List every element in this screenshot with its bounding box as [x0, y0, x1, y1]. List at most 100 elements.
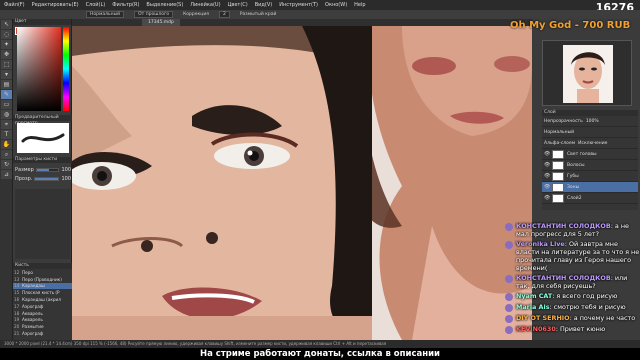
- stream-caption: На стриме работают донаты, ссылка в опис…: [0, 348, 640, 360]
- menu-view[interactable]: Вид(V): [255, 2, 272, 8]
- smoothing-select[interactable]: От прошлого: [134, 11, 174, 18]
- menu-ruler[interactable]: Линейка(U): [190, 2, 220, 8]
- brush-item[interactable]: 16 Карандаш (акрил: [13, 296, 72, 303]
- menu-edit[interactable]: Редактировать(E): [32, 2, 79, 8]
- brush-settings-area: [15, 189, 70, 259]
- layer-thumbnail: [552, 171, 564, 181]
- chat-body: Maria Ais: смотрю тебя и рисую: [516, 303, 626, 312]
- brush-item[interactable]: 21 Аэрограф: [13, 330, 72, 337]
- layer-name: Свет головы: [567, 151, 597, 157]
- chat-message: Maria Ais: смотрю тебя и рисую: [505, 303, 640, 312]
- chat-text: смотрю тебя и рисую: [553, 303, 626, 311]
- menu-select[interactable]: Выделение(S): [146, 2, 183, 8]
- brush-name: Аэрограф: [22, 303, 44, 309]
- brush-number: 20: [14, 324, 20, 330]
- chat-body: KEVIN0630: Привет кюню: [516, 325, 605, 334]
- layer-opacity-row: Непрозрачность 100%: [542, 116, 638, 127]
- document-tab[interactable]: 17345.mdp: [142, 19, 180, 26]
- menu-tool[interactable]: Инструмент(T): [279, 2, 318, 8]
- magic-wand-icon[interactable]: ✦: [1, 40, 12, 49]
- menu-window[interactable]: Окно(W): [325, 2, 347, 8]
- brush-name: Акварель: [22, 317, 43, 323]
- brush-name: Карандаш: [22, 283, 45, 289]
- opacity-slider[interactable]: [34, 177, 60, 181]
- brush-item[interactable]: 19 Акварель: [13, 317, 72, 324]
- brush-tool-icon[interactable]: ✎: [1, 90, 12, 99]
- layer-item[interactable]: 👁 Слой2: [542, 193, 638, 204]
- hand-tool-icon[interactable]: ✋: [1, 140, 12, 149]
- brush-item[interactable]: 17 Аэрограф: [13, 303, 72, 310]
- brush-number: 15: [14, 290, 20, 296]
- rotate-icon[interactable]: ↻: [1, 160, 12, 169]
- chat-text: а почему не часто: [573, 314, 636, 322]
- visibility-eye-icon[interactable]: 👁: [544, 162, 550, 168]
- brush-item[interactable]: 14 Карандаш: [13, 282, 72, 290]
- navigator-preview[interactable]: [563, 45, 613, 103]
- lasso-tool-icon[interactable]: ◌: [1, 30, 12, 39]
- transform-icon[interactable]: ⬚: [1, 60, 12, 69]
- correction-value[interactable]: 2: [218, 11, 230, 18]
- layer-blend-select[interactable]: Нормальный: [544, 130, 574, 135]
- chat-username: КОНСТАНТИН СОЛОДКОВ: [516, 222, 611, 230]
- chat-username: КОНСТАНТИН СОЛОДКОВ: [516, 274, 611, 282]
- blur-edge-toggle[interactable]: Размытый край: [240, 12, 277, 17]
- layer-item[interactable]: 👁 Губы: [542, 171, 638, 182]
- brush-item[interactable]: 15 Плоская кисть (Р: [13, 289, 72, 296]
- eyedropper-icon[interactable]: ⌖: [1, 120, 12, 129]
- layer-thumbnail: [552, 182, 564, 192]
- layer-item[interactable]: 👁 Свет головы: [542, 149, 638, 160]
- color-picker-field[interactable]: [17, 27, 61, 111]
- size-value: 100: [61, 167, 71, 173]
- opacity-row: Прозр. 100: [15, 176, 71, 182]
- layer-item[interactable]: 👁 Волосы: [542, 160, 638, 171]
- chat-username: Veronika Live: [516, 240, 565, 248]
- brush-item[interactable]: 20 Размытие: [13, 323, 72, 330]
- menu-color[interactable]: Цвет(C): [228, 2, 248, 8]
- menu-file[interactable]: Файл(F): [4, 2, 25, 8]
- exclude-checkbox[interactable]: Исключение: [578, 141, 607, 146]
- select-tool-icon[interactable]: ↖: [1, 20, 12, 29]
- move-tool-icon[interactable]: ✥: [1, 50, 12, 59]
- opacity-label: Прозр.: [15, 176, 33, 182]
- layer-item[interactable]: 👁 Зоны: [542, 182, 638, 193]
- status-bar: 3000 * 2000 pixel (21.4 * 14.4cm) 350 dp…: [0, 340, 640, 348]
- menu-layer[interactable]: Слой(L): [86, 2, 106, 8]
- brush-number: 12: [14, 269, 20, 275]
- layer-opacity-value[interactable]: 100%: [586, 119, 599, 124]
- blend-mode-select[interactable]: Нормальный: [86, 11, 125, 18]
- clip-checkbox[interactable]: Альфа-слоем: [544, 141, 575, 146]
- brush-item[interactable]: 13 Перо (Проводник): [13, 276, 72, 283]
- visibility-eye-icon[interactable]: 👁: [544, 173, 550, 179]
- chat-body: КОНСТАНТИН СОЛОДКОВ: или так, для себя р…: [516, 274, 640, 290]
- zoom-tool-icon[interactable]: ⌕: [1, 150, 12, 159]
- brush-item[interactable]: 12 Перо: [13, 269, 72, 276]
- chat-avatar: [505, 326, 513, 334]
- blur-tool-icon[interactable]: ◍: [1, 110, 12, 119]
- menu-filter[interactable]: Фильтр(R): [112, 2, 139, 8]
- brush-name: Акварель: [22, 310, 43, 316]
- chat-message: КОНСТАНТИН СОЛОДКОВ: или так, для себя р…: [505, 274, 640, 290]
- layer-thumbnail: [552, 149, 564, 159]
- chat-text: я всего год рисую: [556, 292, 618, 300]
- gradient-icon[interactable]: ▤: [1, 80, 12, 89]
- ruler-icon[interactable]: ⊿: [1, 170, 12, 179]
- eraser-icon[interactable]: ▭: [1, 100, 12, 109]
- hue-slider[interactable]: [63, 27, 69, 111]
- color-panel-title: Цвет: [13, 19, 71, 25]
- visibility-eye-icon[interactable]: 👁: [544, 151, 550, 157]
- size-slider[interactable]: [35, 168, 60, 172]
- visibility-eye-icon[interactable]: 👁: [544, 184, 550, 190]
- chat-avatar: [505, 275, 513, 283]
- brush-name: Размытие: [22, 324, 44, 330]
- text-tool-icon[interactable]: T: [1, 130, 12, 139]
- brush-name: Аэрограф: [22, 331, 44, 337]
- brush-item[interactable]: 18 Акварель: [13, 310, 72, 317]
- visibility-eye-icon[interactable]: 👁: [544, 195, 550, 201]
- drawing-canvas[interactable]: [72, 26, 532, 340]
- menu-help[interactable]: Help: [354, 2, 365, 8]
- brush-name: Карандаш (акрил: [22, 297, 61, 303]
- chat-avatar: [505, 223, 513, 231]
- chat-message: КОНСТАНТИН СОЛОДКОВ: а не мал прогресс д…: [505, 222, 640, 238]
- layer-panel: Слой Непрозрачность 100% Нормальный Альф…: [542, 110, 638, 210]
- bucket-fill-icon[interactable]: ▾: [1, 70, 12, 79]
